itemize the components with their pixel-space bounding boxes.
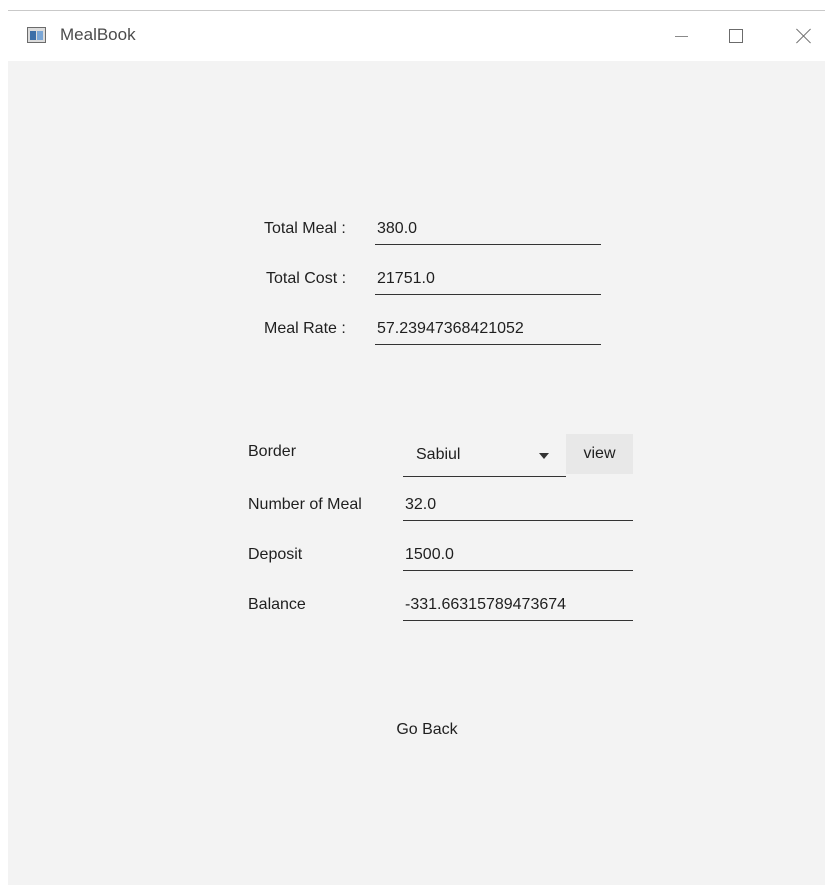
go-back-button[interactable]: Go Back <box>380 715 474 745</box>
window-title: MealBook <box>60 25 136 44</box>
total-cost-field[interactable]: 21751.0 <box>375 261 601 295</box>
border-label: Border <box>248 443 297 460</box>
total-meal-field[interactable]: 380.0 <box>375 211 601 245</box>
content-area: Total Meal : 380.0 Total Cost : 21751.0 … <box>8 61 825 885</box>
minimize-icon <box>674 35 688 37</box>
deposit-field[interactable]: 1500.0 <box>403 537 633 571</box>
balance-field[interactable]: -331.66315789473674 <box>403 587 633 621</box>
close-button[interactable] <box>781 11 825 61</box>
maximize-button[interactable] <box>713 11 759 61</box>
title-bar[interactable]: MealBook <box>8 11 825 61</box>
total-meal-label: Total Meal : <box>264 220 346 237</box>
mealbook-window: MealBook Total Meal : 380.0 Total Cost :… <box>0 0 825 885</box>
border-select-value: Sabiul <box>416 446 461 463</box>
number-of-meal-field[interactable]: 32.0 <box>403 487 633 521</box>
close-icon <box>796 28 812 44</box>
meal-rate-field[interactable]: 57.23947368421052 <box>375 311 601 345</box>
minimize-button[interactable] <box>658 11 704 61</box>
app-window-icon <box>27 27 46 43</box>
meal-rate-label: Meal Rate : <box>264 320 346 337</box>
number-of-meal-label: Number of Meal <box>248 496 362 513</box>
border-select[interactable]: Sabiul <box>403 434 566 477</box>
balance-label: Balance <box>248 596 306 613</box>
total-cost-label: Total Cost : <box>266 270 347 287</box>
chevron-down-icon <box>539 453 549 459</box>
view-button[interactable]: view <box>566 434 633 474</box>
deposit-label: Deposit <box>248 546 303 563</box>
maximize-icon <box>729 29 743 43</box>
